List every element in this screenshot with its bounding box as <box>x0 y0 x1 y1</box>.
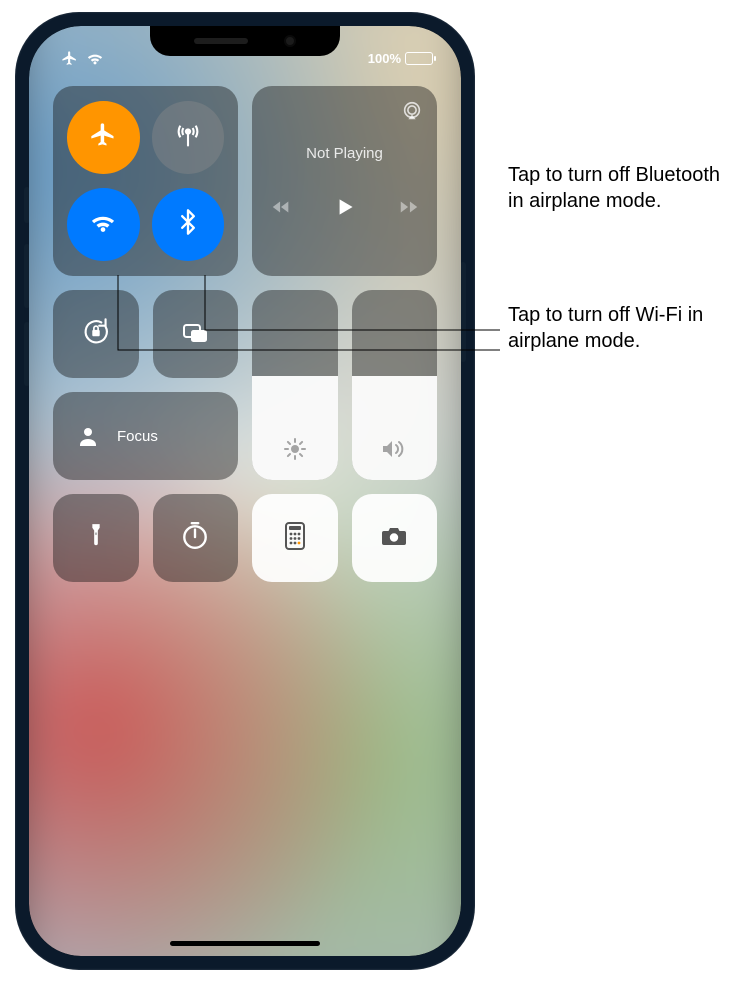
volume-icon <box>380 437 408 466</box>
focus-label: Focus <box>117 428 158 445</box>
calculator-icon <box>283 521 307 556</box>
volume-slider[interactable] <box>352 290 438 480</box>
media-title: Not Playing <box>306 145 383 162</box>
timer-icon <box>180 521 210 556</box>
camera-icon <box>379 524 409 553</box>
orientation-lock-icon <box>79 315 113 354</box>
cellular-data-toggle[interactable] <box>152 101 225 174</box>
media-playback-group[interactable]: Not Playing <box>252 86 437 276</box>
screen-mirroring-button[interactable] <box>153 290 239 378</box>
brightness-slider[interactable] <box>252 290 338 480</box>
device-frame: 100% <box>15 12 475 970</box>
flashlight-button[interactable] <box>53 494 139 582</box>
airplay-icon[interactable] <box>401 100 423 127</box>
orientation-lock-toggle[interactable] <box>53 290 139 378</box>
cellular-antenna-icon <box>174 121 202 154</box>
flashlight-icon <box>85 521 107 556</box>
calculator-button[interactable] <box>252 494 338 582</box>
connectivity-group[interactable] <box>53 86 238 276</box>
play-button[interactable] <box>332 194 358 220</box>
previous-track-button[interactable] <box>270 196 292 218</box>
wifi-toggle[interactable] <box>67 188 140 261</box>
next-track-button[interactable] <box>398 196 420 218</box>
focus-person-icon <box>71 419 105 453</box>
bluetooth-icon <box>174 208 202 241</box>
control-center-panel: Not Playing <box>53 86 437 582</box>
brightness-icon <box>283 437 307 466</box>
airplane-icon <box>89 121 117 154</box>
callout-bluetooth: Tap to turn off Bluetooth in airplane mo… <box>508 162 728 214</box>
wifi-icon <box>89 208 117 241</box>
focus-button[interactable]: Focus <box>53 392 238 480</box>
callout-wifi: Tap to turn off Wi-Fi in airplane mode. <box>508 302 728 354</box>
timer-button[interactable] <box>153 494 239 582</box>
camera-button[interactable] <box>352 494 438 582</box>
bluetooth-toggle[interactable] <box>152 188 225 261</box>
home-indicator[interactable] <box>170 941 320 946</box>
screen-mirroring-icon <box>179 316 211 353</box>
airplane-mode-toggle[interactable] <box>67 101 140 174</box>
device-notch <box>150 26 340 56</box>
